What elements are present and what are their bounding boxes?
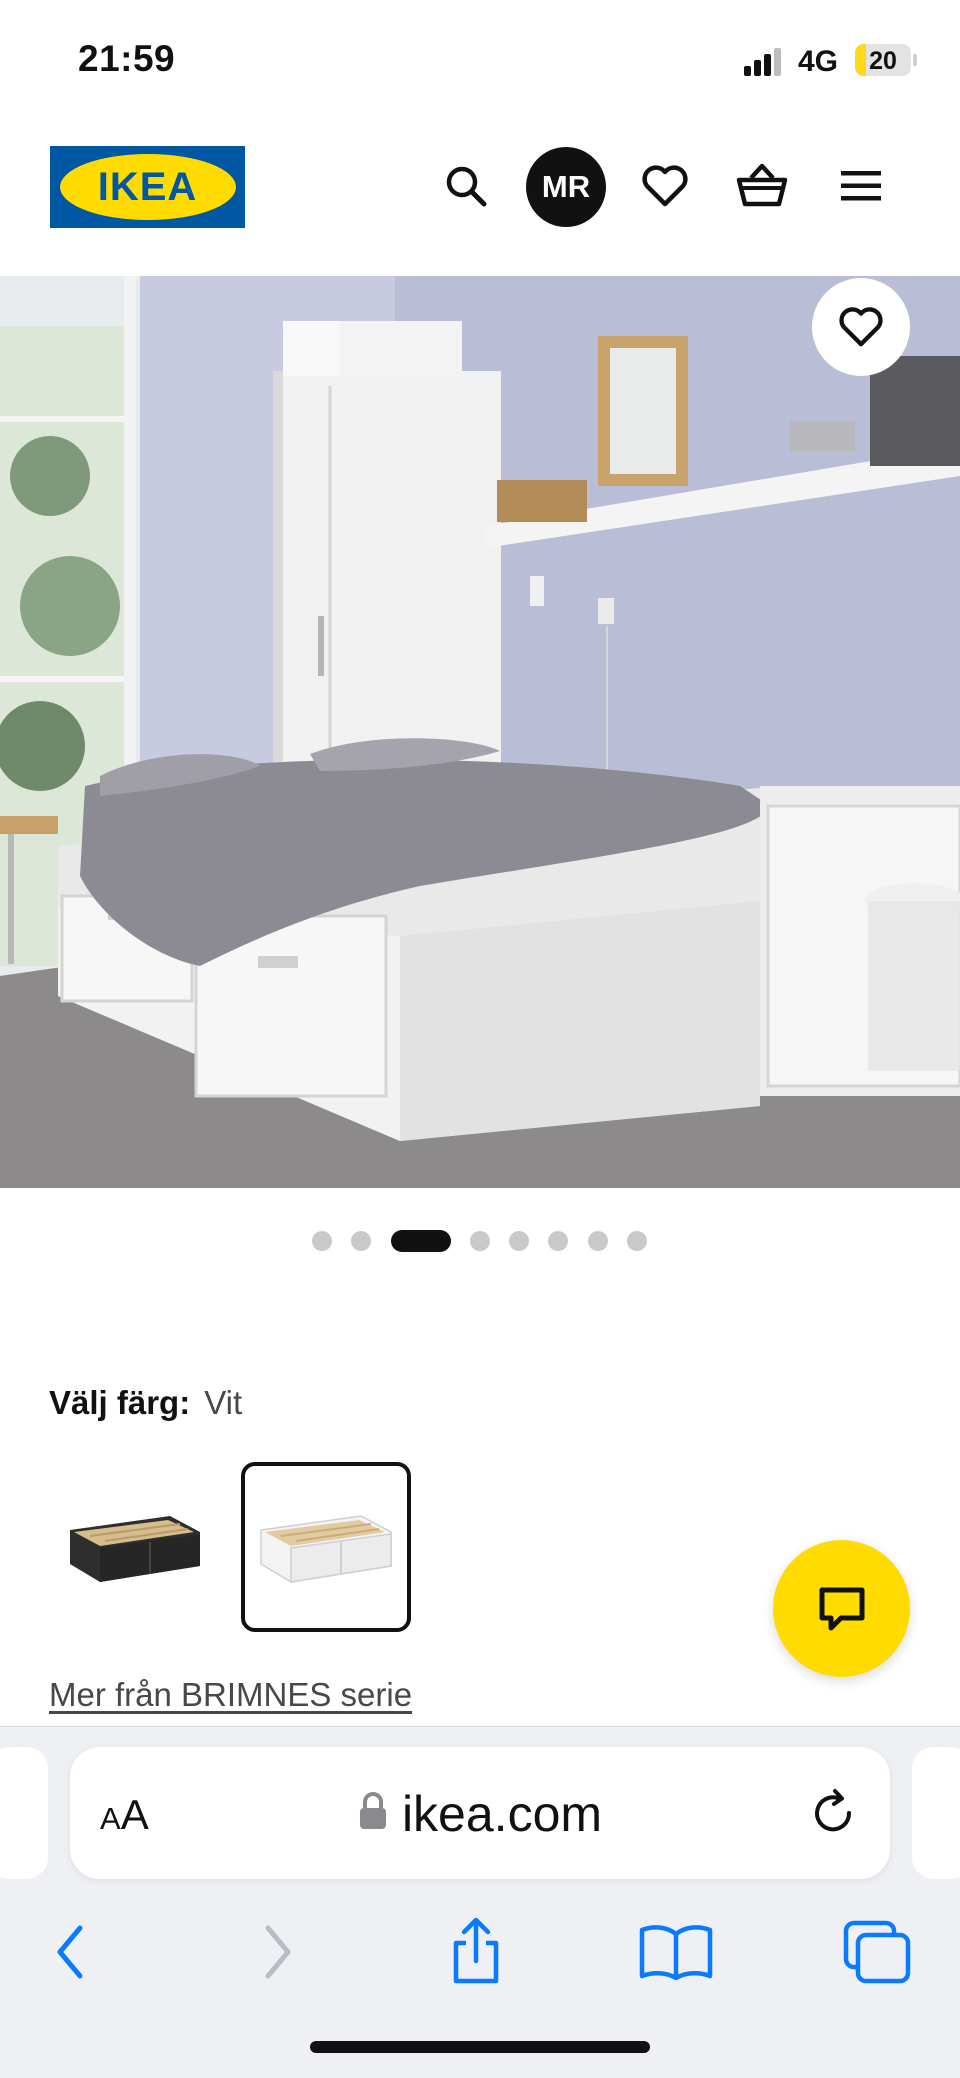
forward-icon[interactable]	[233, 1907, 323, 1997]
share-icon[interactable]	[431, 1907, 521, 1997]
url-display[interactable]: ikea.com	[70, 1785, 890, 1847]
logo-oval: IKEA	[59, 154, 236, 220]
carousel-dot[interactable]	[548, 1231, 568, 1251]
menu-icon[interactable]	[823, 148, 899, 224]
series-link[interactable]: Mer från BRIMNES serie	[49, 1676, 412, 1714]
shopping-basket-icon[interactable]	[724, 148, 800, 224]
status-bar: 21:59 4G 20	[0, 0, 960, 120]
carousel-dot[interactable]	[351, 1231, 371, 1251]
carousel-dot-active[interactable]	[391, 1230, 451, 1252]
previous-tab-preview[interactable]	[0, 1747, 48, 1879]
carousel-dot[interactable]	[627, 1231, 647, 1251]
add-to-favourites-button[interactable]	[812, 278, 910, 376]
logo-text: IKEA	[97, 164, 198, 209]
color-selection-label: Välj färg: Vit	[49, 1384, 242, 1422]
status-time: 21:59	[78, 38, 176, 79]
back-icon[interactable]	[25, 1907, 115, 1997]
chat-button[interactable]	[773, 1540, 910, 1677]
carousel-dot[interactable]	[509, 1231, 529, 1251]
color-option-black-brown[interactable]	[50, 1462, 220, 1632]
signal-strength-icon	[744, 48, 784, 76]
address-bar[interactable]: AA ikea.com	[70, 1747, 890, 1879]
heart-icon	[839, 307, 883, 347]
product-page: 21:59 4G 20 IKEA MR Välj färg: Vit Mer f…	[0, 0, 960, 2078]
product-image[interactable]	[0, 276, 960, 1188]
search-icon[interactable]	[428, 148, 504, 224]
bookmarks-icon[interactable]	[631, 1907, 721, 1997]
url-text: ikea.com	[401, 1786, 603, 1842]
tabs-icon[interactable]	[832, 1907, 922, 1997]
next-tab-preview[interactable]	[912, 1747, 960, 1879]
ikea-logo[interactable]: IKEA	[50, 146, 245, 228]
site-header: IKEA MR	[0, 130, 960, 250]
profile-avatar[interactable]: MR	[526, 147, 606, 227]
color-option-white[interactable]	[241, 1462, 411, 1632]
chat-bubble-icon	[819, 1587, 864, 1630]
carousel-dot[interactable]	[470, 1231, 490, 1251]
network-type: 4G	[798, 45, 839, 78]
image-carousel-indicator	[0, 1228, 960, 1252]
bed-thumbnail-black	[70, 1516, 200, 1582]
color-label-title: Välj färg:	[49, 1384, 191, 1421]
carousel-dot[interactable]	[588, 1231, 608, 1251]
carousel-dot[interactable]	[312, 1231, 332, 1251]
bedroom-photo-illustration	[0, 276, 960, 1188]
bed-thumbnail-white	[260, 1515, 392, 1583]
battery-nub	[913, 54, 917, 66]
heart-icon[interactable]	[627, 148, 703, 224]
battery-level: 20	[869, 47, 897, 75]
lock-icon	[358, 1785, 388, 1843]
browser-bottom-bar: AA ikea.com	[0, 1726, 960, 2078]
selected-color-value: Vit	[204, 1384, 243, 1421]
battery-icon: 20	[855, 44, 911, 76]
home-indicator	[310, 2041, 650, 2053]
reload-icon[interactable]	[805, 1785, 861, 1841]
